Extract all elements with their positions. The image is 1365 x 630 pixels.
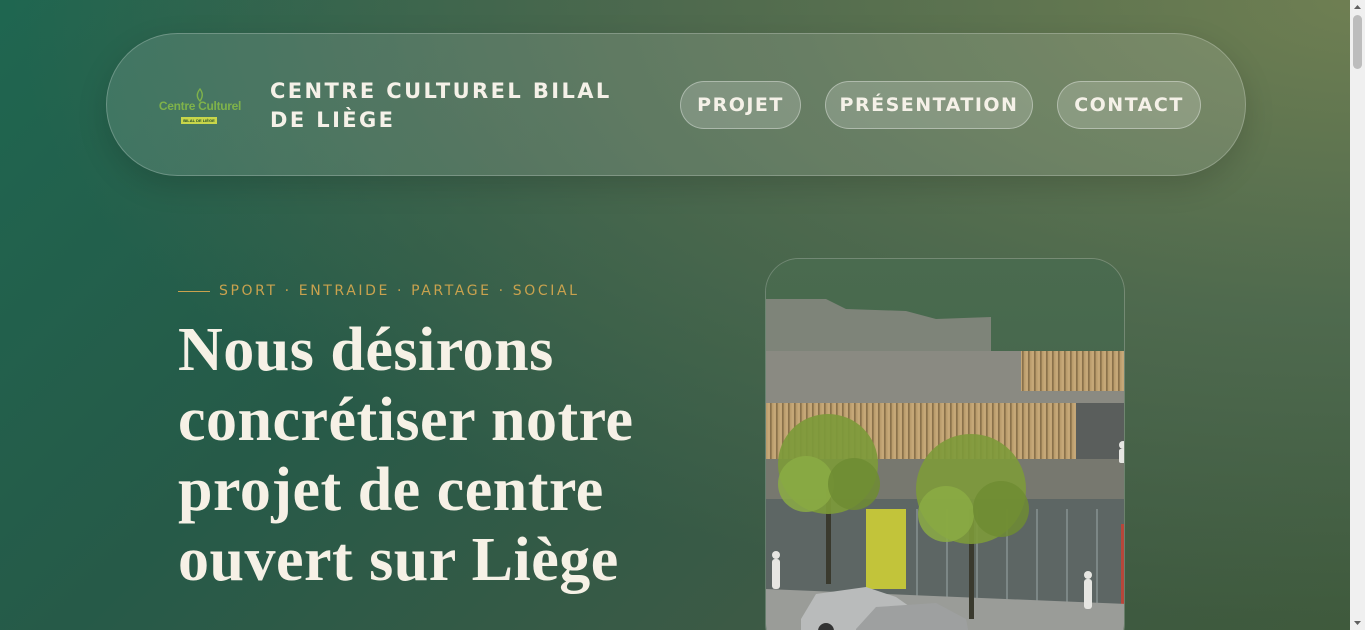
nav-presentation-button[interactable]: PRÉSENTATION [825, 81, 1033, 129]
building-image-card [765, 258, 1125, 630]
logo-subtext: BILAL DE LIÈGE [181, 117, 217, 124]
building-rendering-image [766, 259, 1124, 630]
logo-text: Centre Culturel [158, 99, 242, 113]
hero-title: Nous désirons concrétiser notre projet d… [178, 316, 634, 594]
scroll-up-arrow-icon[interactable] [1350, 0, 1365, 15]
hero-tagline: SPORT · ENTRAIDE · PARTAGE · SOCIAL [219, 283, 580, 299]
site-header: Centre Culturel BILAL DE LIÈGE CENTRE CU… [106, 33, 1246, 176]
scroll-down-arrow-icon[interactable] [1350, 615, 1365, 630]
nav-projet-button[interactable]: PROJET [680, 81, 801, 129]
tagline-divider [178, 291, 210, 292]
page: Centre Culturel BILAL DE LIÈGE CENTRE CU… [0, 0, 1350, 630]
vertical-scrollbar[interactable] [1350, 0, 1365, 630]
site-logo[interactable]: Centre Culturel BILAL DE LIÈGE [155, 86, 245, 126]
nav-contact-button[interactable]: CONTACT [1057, 81, 1201, 129]
site-title[interactable]: CENTRE CULTUREL BILAL DE LIÈGE [270, 77, 640, 135]
scrollbar-thumb[interactable] [1353, 15, 1362, 69]
